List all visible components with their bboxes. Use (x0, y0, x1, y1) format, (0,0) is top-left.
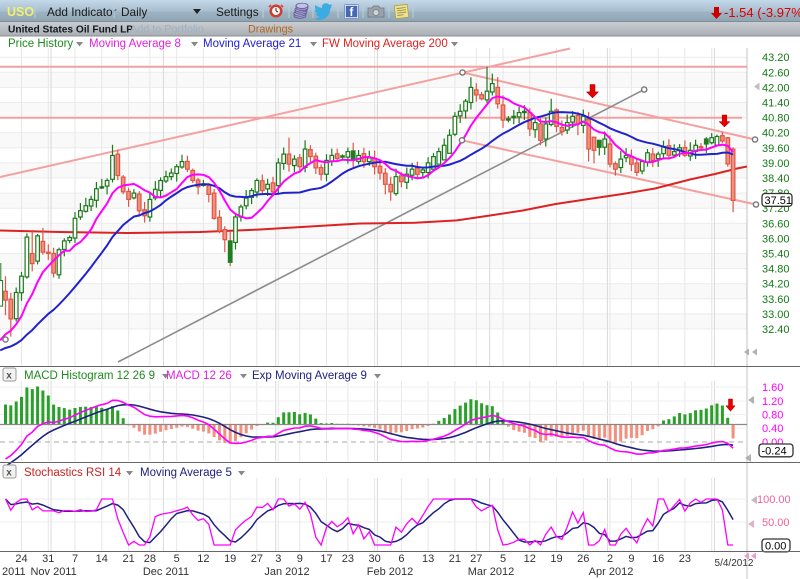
svg-text:33.00: 33.00 (762, 309, 790, 321)
svg-text:34.80: 34.80 (762, 264, 790, 276)
svg-text:0.80: 0.80 (762, 410, 783, 422)
svg-text:27: 27 (470, 553, 482, 565)
svg-text:37.51: 37.51 (765, 195, 793, 207)
svg-text:50.00: 50.00 (762, 517, 790, 529)
svg-text:100.00: 100.00 (757, 494, 791, 506)
svg-text:Moving Average 8: Moving Average 8 (89, 38, 181, 50)
svg-text:16: 16 (652, 553, 664, 565)
svg-text:2: 2 (607, 553, 613, 565)
svg-text:32.40: 32.40 (762, 324, 790, 336)
svg-text:19: 19 (550, 553, 562, 565)
svg-text:USO: USO (7, 5, 34, 19)
svg-text:Settings: Settings (216, 5, 259, 19)
svg-text:23: 23 (679, 553, 691, 565)
svg-text:f: f (350, 7, 354, 19)
svg-text:24: 24 (15, 553, 27, 565)
svg-text:Moving Average 21: Moving Average 21 (203, 38, 301, 50)
svg-text:1.20: 1.20 (762, 396, 783, 408)
svg-text:33.60: 33.60 (762, 294, 790, 306)
svg-text:26: 26 (577, 553, 589, 565)
svg-text:42.00: 42.00 (762, 82, 790, 94)
svg-text:Dec 2011: Dec 2011 (143, 566, 189, 578)
svg-text:Add Indicator: Add Indicator (47, 5, 117, 19)
svg-text:Nov 2011: Nov 2011 (30, 566, 76, 578)
svg-text:9: 9 (628, 553, 634, 565)
svg-text:9: 9 (297, 553, 303, 565)
svg-text:Daily: Daily (121, 5, 147, 19)
svg-text:0.00: 0.00 (765, 541, 786, 553)
svg-text:40.20: 40.20 (762, 128, 790, 140)
svg-text:39.60: 39.60 (762, 143, 790, 155)
svg-text:42.60: 42.60 (762, 67, 790, 79)
svg-text:-0.24: -0.24 (762, 446, 787, 458)
svg-text:41.40: 41.40 (762, 98, 790, 110)
svg-text:31: 31 (42, 553, 54, 565)
svg-text:Exp Moving Average 9: Exp Moving Average 9 (252, 370, 367, 382)
svg-text:Price History: Price History (8, 38, 73, 50)
svg-text:23: 23 (342, 553, 354, 565)
svg-text:MACD 12 26: MACD 12 26 (166, 370, 232, 382)
svg-text:7: 7 (72, 553, 78, 565)
svg-text:35.40: 35.40 (762, 249, 790, 261)
svg-text:Drawings: Drawings (248, 24, 294, 36)
svg-text:3: 3 (275, 553, 281, 565)
svg-text:Add to Portfolio: Add to Portfolio (130, 24, 204, 36)
svg-text:Jan 2012: Jan 2012 (264, 566, 309, 578)
svg-text:12: 12 (524, 553, 536, 565)
svg-text:36.60: 36.60 (762, 218, 790, 230)
svg-text:5: 5 (174, 553, 180, 565)
svg-text:-1.54 (-3.97%): -1.54 (-3.97%) (724, 5, 800, 20)
svg-text:1.60: 1.60 (762, 382, 783, 394)
svg-text:Moving Average 5: Moving Average 5 (140, 467, 232, 479)
svg-text:12: 12 (197, 553, 209, 565)
svg-text:Feb 2012: Feb 2012 (367, 566, 413, 578)
svg-text:34.20: 34.20 (762, 279, 790, 291)
svg-text:Stochastics RSI 14: Stochastics RSI 14 (24, 467, 122, 479)
svg-text:40.80: 40.80 (762, 113, 790, 125)
svg-text:Mar 2012: Mar 2012 (468, 566, 514, 578)
svg-text:0.40: 0.40 (762, 423, 783, 435)
svg-text:13: 13 (422, 553, 434, 565)
svg-text:2011: 2011 (2, 566, 26, 578)
svg-text:FW Moving Average 200: FW Moving Average 200 (322, 38, 448, 50)
svg-text:14: 14 (96, 553, 108, 565)
svg-text:19: 19 (224, 553, 236, 565)
svg-text:6: 6 (398, 553, 404, 565)
svg-text:39.00: 39.00 (762, 158, 790, 170)
svg-text:MACD Histogram 12 26 9: MACD Histogram 12 26 9 (24, 370, 155, 382)
svg-text:36.00: 36.00 (762, 233, 790, 245)
svg-text:Apr 2012: Apr 2012 (589, 566, 634, 578)
svg-text:x: x (6, 371, 12, 382)
svg-text:5: 5 (500, 553, 506, 565)
svg-text:43.20: 43.20 (762, 52, 790, 64)
svg-text:17: 17 (320, 553, 332, 565)
svg-text:28: 28 (144, 553, 156, 565)
svg-text:27: 27 (251, 553, 263, 565)
svg-text:38.40: 38.40 (762, 173, 790, 185)
svg-text:United States Oil Fund LP: United States Oil Fund LP (8, 25, 133, 36)
svg-text:21: 21 (122, 553, 134, 565)
svg-text:5/4/2012: 5/4/2012 (715, 558, 754, 569)
svg-text:21: 21 (449, 553, 461, 565)
svg-text:x: x (6, 468, 12, 479)
svg-text:30: 30 (368, 553, 380, 565)
